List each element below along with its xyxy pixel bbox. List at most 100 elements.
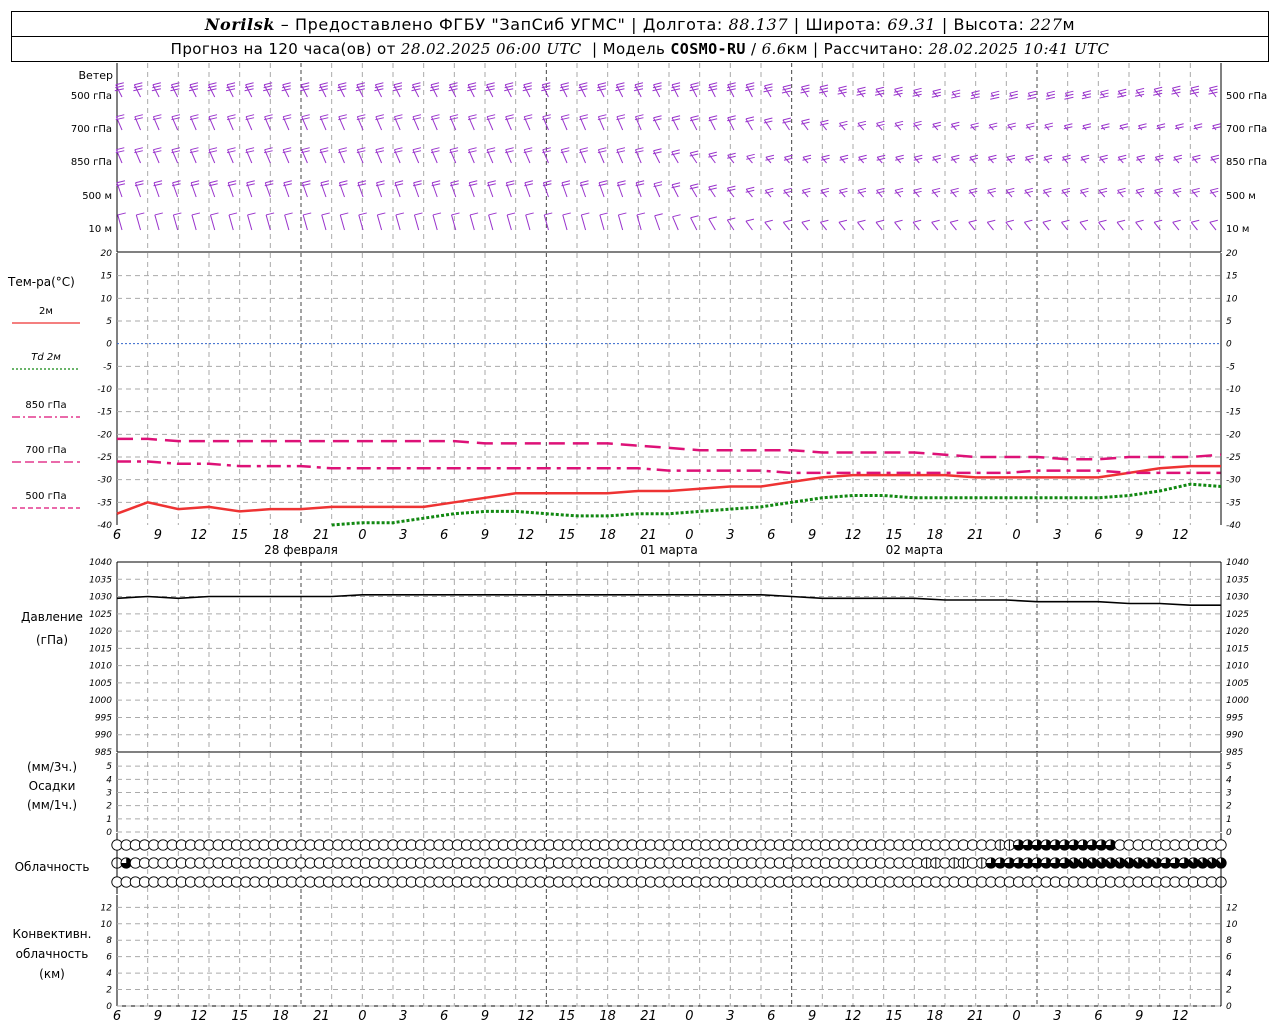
wind-barb-shaft — [395, 214, 401, 231]
hour-label-bottom: 18 — [599, 1009, 616, 1024]
wind-barb-feather — [375, 82, 384, 86]
wind-barb-feather — [394, 180, 404, 184]
temp-tick-left: -10 — [97, 385, 112, 395]
hour-label-mid: 6 — [113, 528, 121, 543]
convective-label-1: Конвективн. — [13, 927, 92, 941]
wind-barb-feather — [746, 186, 755, 190]
wind-barb-feather — [765, 154, 775, 158]
wind-barb-shaft — [1190, 221, 1198, 231]
wind-barb-shaft — [506, 214, 512, 231]
wind-barb-feather — [987, 187, 996, 191]
hour-label-bottom: 21 — [967, 1009, 984, 1024]
wind-barb-feather — [153, 180, 163, 184]
wind-barb-feather — [337, 88, 347, 92]
wind-barb-feather — [1028, 90, 1037, 94]
wind-level-label-left: 10 м — [89, 224, 112, 235]
wind-barb-feather — [599, 212, 608, 216]
wind-barb-feather — [559, 88, 569, 92]
wind-barb-shaft — [154, 214, 160, 231]
wind-barb-feather — [802, 187, 811, 191]
wind-barb-feather — [522, 88, 532, 92]
wind-barb-feather — [190, 147, 199, 151]
wind-barb-feather — [1006, 187, 1015, 191]
wind-barb-feather — [1173, 187, 1182, 191]
wind-barb-feather — [653, 181, 663, 185]
wind-barb-feather — [432, 180, 441, 184]
wind-barb-feather — [801, 84, 810, 88]
wind-barb-feather — [857, 86, 866, 90]
hour-label-bottom: 3 — [399, 1009, 407, 1024]
wind-barb-feather — [616, 114, 626, 118]
wind-barb-feather — [451, 212, 460, 216]
wind-barb-feather — [1043, 187, 1052, 191]
wind-barb-feather — [412, 82, 421, 86]
hour-label-mid: 6 — [767, 528, 775, 543]
wind-barb-feather — [301, 82, 310, 86]
wind-barb-feather — [469, 180, 478, 184]
temp-tick-left: -35 — [97, 498, 112, 508]
wind-barb-feather — [636, 180, 645, 184]
cloud-title: Облачность — [15, 860, 90, 874]
wind-title: Ветер — [79, 69, 113, 82]
wind-barb-feather — [987, 219, 996, 223]
wind-barb-feather — [990, 96, 1000, 100]
temp-legend-label: 850 гПа — [25, 400, 66, 411]
hour-label-mid: 21 — [640, 528, 657, 543]
wind-barb-feather — [506, 180, 515, 184]
wind-barb-feather — [1024, 219, 1033, 223]
temp-series-line — [331, 482, 1222, 527]
wind-barb-feather — [264, 82, 273, 86]
temp-legend-label: Td 2м — [31, 352, 61, 363]
hour-label-bottom: 0 — [685, 1009, 693, 1024]
wind-barb-feather — [320, 147, 329, 151]
convective-tick-left: 12 — [101, 903, 113, 913]
wind-barb-feather — [819, 84, 829, 88]
hour-label-bottom: 6 — [113, 1009, 121, 1024]
wind-barb-feather — [134, 147, 143, 151]
wind-barb-feather — [1081, 96, 1092, 100]
wind-barb-shaft — [857, 189, 865, 198]
wind-barb-feather — [894, 187, 904, 191]
wind-barb-feather — [1045, 96, 1055, 100]
wind-barb-feather — [746, 153, 755, 157]
wind-barb-feather — [1008, 96, 1018, 100]
wind-barb-shaft — [876, 189, 883, 198]
wind-barb-feather — [727, 152, 736, 156]
wind-barb-feather — [301, 114, 310, 118]
wind-barb-shaft — [968, 189, 976, 198]
wind-barb-feather — [1098, 219, 1107, 223]
convective-tick-right: 2 — [1226, 986, 1232, 996]
wind-barb-shaft — [580, 214, 587, 231]
wind-barb-shaft — [1098, 189, 1106, 198]
wind-barb-feather — [320, 180, 330, 184]
hour-label-mid: 18 — [927, 528, 944, 543]
wind-barb-feather — [338, 147, 347, 151]
wind-barb-feather — [377, 212, 386, 216]
wind-barb-feather — [412, 147, 422, 151]
wind-level-label-left: 850 гПа — [71, 157, 112, 168]
wind-barb-feather — [134, 114, 143, 118]
wind-barb-feather — [227, 147, 236, 151]
wind-barb-shaft — [376, 214, 383, 231]
wind-barb-feather — [1061, 219, 1070, 223]
wind-barb-shaft — [1209, 221, 1217, 231]
wind-barb-shaft — [746, 155, 753, 164]
wind-barb-shaft — [636, 214, 642, 231]
wind-barb-feather — [1135, 87, 1145, 91]
wind-barb-shaft — [1005, 189, 1013, 198]
hour-label-mid: 9 — [1135, 528, 1143, 543]
wind-barb-shaft — [1043, 189, 1050, 198]
wind-barb-feather — [395, 212, 405, 216]
wind-barb-shaft — [931, 189, 939, 198]
temp-tick-left: -15 — [97, 408, 112, 418]
wind-barb-shaft — [801, 189, 809, 198]
wind-barb-shaft — [708, 218, 716, 231]
hour-label-mid: 0 — [685, 528, 693, 543]
wind-level-label-right: 10 м — [1226, 224, 1249, 235]
wind-barb-feather — [894, 219, 903, 223]
wind-barb-feather — [1154, 187, 1163, 191]
wind-barb-shaft — [931, 221, 939, 231]
wind-barb-feather — [1006, 154, 1016, 158]
hour-label-bottom: 12 — [518, 1009, 535, 1024]
wind-barb-feather — [449, 114, 459, 118]
